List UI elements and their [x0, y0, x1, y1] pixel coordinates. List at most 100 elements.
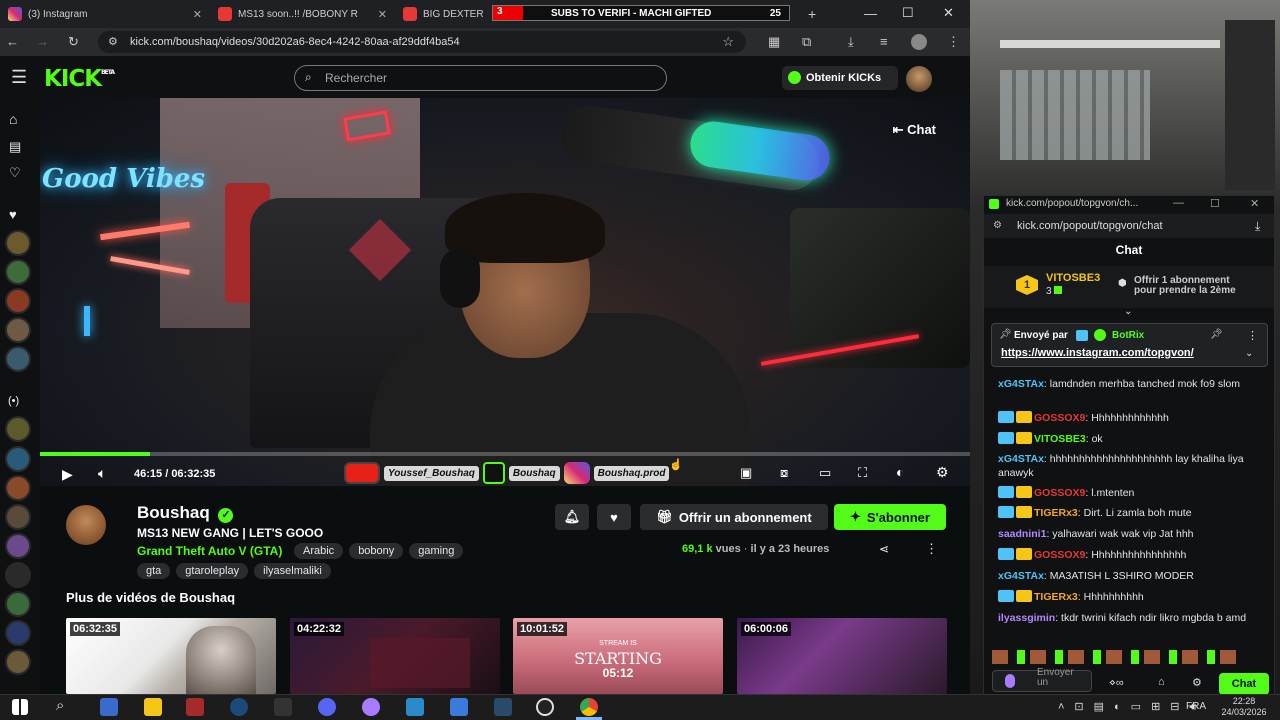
chat-username[interactable]: TIGERx3 [1034, 591, 1078, 603]
video-thumbnail[interactable]: 04:22:32 [290, 618, 500, 694]
miniplayer-icon[interactable]: ▭ [819, 465, 831, 481]
tag-pill[interactable]: bobony [349, 543, 404, 559]
tag-pill[interactable]: Arabic [294, 543, 344, 559]
recommended-channel-avatar[interactable] [5, 446, 31, 472]
spotify-icon[interactable] [362, 698, 380, 716]
profile-avatar[interactable] [911, 34, 927, 50]
app-icon[interactable] [450, 698, 468, 716]
recommended-channel-avatar[interactable] [5, 649, 31, 675]
following-icon[interactable]: ♡ [9, 165, 21, 181]
share-icon[interactable]: ⋖ [879, 542, 889, 556]
category-link[interactable]: Grand Theft Auto V (GTA) [137, 544, 282, 558]
home-icon[interactable]: ⌂ [9, 111, 17, 127]
tag-pill[interactable]: gtaroleplay [176, 563, 249, 579]
close-window-icon[interactable]: ✕ [943, 5, 954, 21]
forward-icon[interactable]: → [36, 34, 49, 49]
video-thumbnail[interactable]: 10:01:52 STREAM IS STARTING 05:12 [513, 618, 723, 694]
recommended-channel-avatar[interactable] [5, 475, 31, 501]
input-language[interactable]: FRA [1186, 701, 1206, 712]
notifications-bell-button[interactable]: 🔔︎ [555, 504, 589, 530]
media-icon[interactable]: ≡ [880, 34, 888, 49]
discord-icon[interactable] [318, 698, 336, 716]
maximize-icon[interactable]: ☐ [902, 5, 914, 21]
tab-youtube-1[interactable]: MS13 soon..!! /BOBONY R ✕ [210, 0, 395, 28]
taskbar-search-icon[interactable]: ⌕ [56, 697, 64, 714]
recommended-channel-avatar[interactable] [5, 620, 31, 646]
channel-name[interactable]: Boushaq ✓ [137, 503, 234, 523]
pinned-link[interactable]: https://www.instagram.com/topgvon/ [1001, 347, 1194, 359]
gift-subscription-button[interactable]: 🎁︎ Offrir un abonnement [640, 504, 828, 530]
voicemeeter-icon[interactable] [186, 698, 204, 716]
chat-username[interactable]: VITOSBE3 [1034, 433, 1086, 445]
download-icon[interactable]: ⤓ [848, 34, 854, 50]
popout-download-icon[interactable]: ⤓ [1255, 219, 1260, 234]
microphone-icon[interactable] [1005, 674, 1015, 688]
chat-username[interactable]: saadnini1 [998, 528, 1046, 540]
theater-mode-icon[interactable]: ▣ [740, 465, 752, 481]
tag-pill[interactable]: gaming [409, 543, 464, 559]
chat-username[interactable]: xG4STAx [998, 453, 1044, 465]
recommended-channel-avatar[interactable] [5, 504, 31, 530]
video-player[interactable]: Good Vibes ⇤ Chat Youssef_Boushaq Bousha… [40, 98, 970, 486]
fullscreen-icon[interactable]: ⛶ [858, 465, 867, 481]
channel-avatar[interactable] [66, 505, 106, 545]
unpin-icon[interactable]: 📌︎ [1210, 329, 1223, 340]
recommended-icon[interactable]: (•) [8, 395, 19, 407]
popout-minimize-icon[interactable]: — [1173, 197, 1184, 209]
subscribe-button[interactable]: ✦ S'abonner [834, 504, 946, 530]
chrome-icon[interactable] [580, 698, 598, 716]
windows-start-icon[interactable] [12, 699, 28, 715]
settings-gear-icon[interactable]: ⚙ [936, 464, 949, 481]
get-kicks-button[interactable]: Obtenir KICKs [782, 66, 898, 90]
emote-icon[interactable]: ⋄∞ [1109, 676, 1124, 689]
url-field[interactable]: ⚙ kick.com/boushaq/videos/30d202a6-8ec4-… [98, 31, 746, 53]
extension-icon[interactable]: ▦ [768, 34, 780, 50]
chat-username[interactable]: GOSSOX9 [1034, 412, 1085, 424]
popout-maximize-icon[interactable]: ☐ [1210, 197, 1220, 210]
followed-channel-avatar[interactable] [5, 230, 31, 256]
playback-speed-icon[interactable]: ◐ [896, 464, 904, 480]
chat-username[interactable]: TIGERx3 [1034, 507, 1078, 519]
new-tab-icon[interactable]: + [808, 6, 816, 22]
back-icon[interactable]: ← [6, 34, 19, 49]
recommended-channel-avatar[interactable] [5, 533, 31, 559]
gift-offer-text[interactable]: Offrir 1 abonnement pour prendre la 2ème [1134, 276, 1236, 296]
browse-icon[interactable]: ▤ [9, 139, 21, 155]
menu-kebab-icon[interactable]: ⋮ [947, 34, 960, 50]
clock[interactable]: 22:28 24/03/2026 [1216, 696, 1272, 718]
chat-username[interactable]: GOSSOX9 [1034, 549, 1085, 561]
chat-username[interactable]: xG4STAx [998, 378, 1044, 390]
chat-username[interactable]: ilyassgimin [998, 612, 1055, 624]
progress-track[interactable] [40, 452, 970, 456]
collapse-chevron-icon[interactable]: ⌄ [1124, 306, 1132, 317]
recommended-channel-avatar[interactable] [5, 416, 31, 442]
play-icon[interactable]: ▶ [62, 466, 73, 483]
app-icon-r[interactable] [100, 698, 118, 716]
close-tab-icon[interactable]: ✕ [378, 8, 387, 21]
tab-instagram[interactable]: (3) Instagram ✕ [0, 0, 210, 28]
followed-channel-avatar[interactable] [5, 259, 31, 285]
store-icon[interactable]: ⌂ [1158, 676, 1165, 688]
close-tab-icon[interactable]: ✕ [193, 8, 202, 21]
video-thumbnail[interactable]: 06:32:35 [66, 618, 276, 694]
app-icon[interactable] [406, 698, 424, 716]
followed-channel-avatar[interactable] [5, 288, 31, 314]
pinned-bot-name[interactable]: BotRix [1112, 330, 1144, 341]
tab-youtube-2[interactable]: BIG DEXTER [395, 0, 495, 28]
clip-icon[interactable]: ⧇ [780, 465, 788, 481]
obs-icon[interactable] [536, 698, 554, 716]
search-input[interactable]: ⌕ Rechercher [294, 65, 667, 91]
volume-icon[interactable]: 🔈︎ [98, 465, 106, 482]
kick-logo[interactable]: KICKBETA [44, 66, 115, 92]
pinned-expand-icon[interactable]: ⌄ [1245, 348, 1253, 359]
steam-icon[interactable] [230, 698, 248, 716]
minimize-icon[interactable]: — [864, 6, 877, 21]
gifter-name[interactable]: VITOSBE3 [1046, 272, 1100, 284]
follow-heart-button[interactable]: ♥ [597, 504, 631, 530]
chat-send-button[interactable]: Chat [1219, 673, 1269, 695]
puzzle-icon[interactable]: ⧉ [802, 34, 811, 50]
chat-username[interactable]: xG4STAx [998, 570, 1044, 582]
file-explorer-icon[interactable] [144, 698, 162, 716]
video-thumbnail[interactable]: 06:00:06 [737, 618, 947, 694]
app-icon[interactable] [494, 698, 512, 716]
